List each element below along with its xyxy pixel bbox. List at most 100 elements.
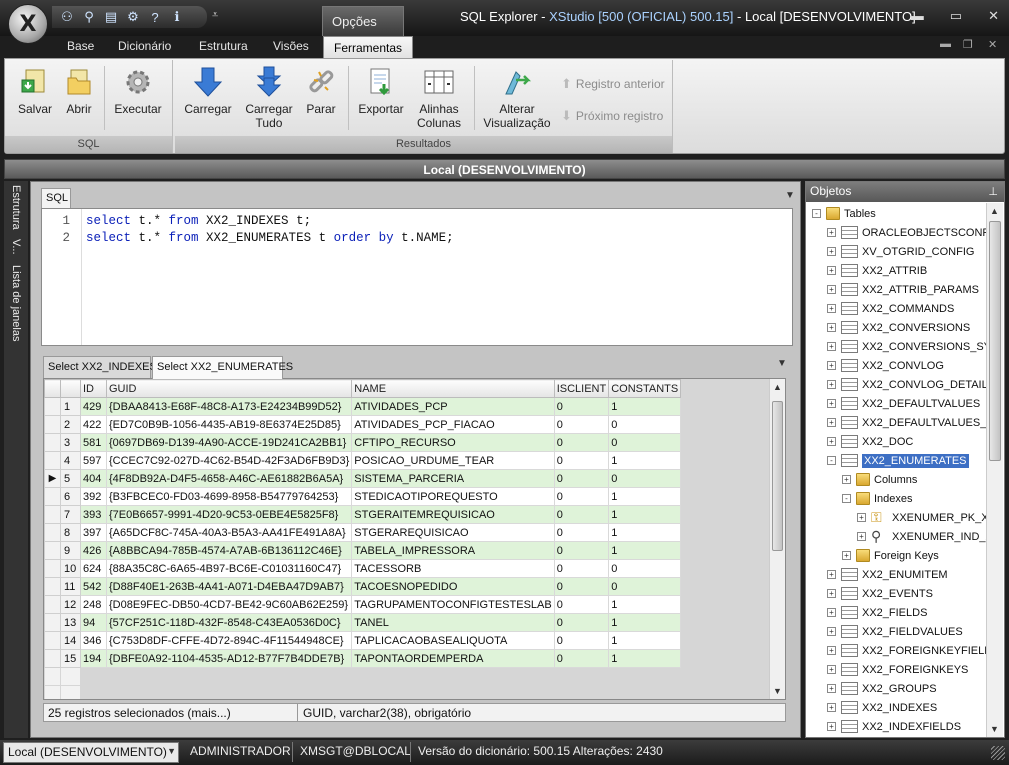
cell-isclient[interactable]: 0 — [553, 523, 610, 542]
tree-node[interactable]: + ⚿ XXENUMER_PK_XX2 — [857, 508, 986, 527]
tree-node[interactable]: + XX2_CONVERSIONS_SYS — [827, 337, 986, 356]
alinhas-colunas-button[interactable]: Alinhas Colunas — [413, 66, 465, 130]
cell-name[interactable]: TACOESNOPEDIDO — [351, 577, 555, 596]
cell-guid[interactable]: {DBFE0A92-1104-4535-AD12-B77F7B4DDE7B} — [105, 649, 353, 668]
column-header-id[interactable]: ID — [80, 379, 107, 398]
tab-select-xx2-indexes[interactable]: Select XX2_INDEXES — [43, 356, 157, 378]
cell-guid[interactable]: {ED7C0B9B-1056-4435-AB19-8E6374E25D85} — [105, 415, 353, 434]
scroll-down-icon[interactable]: ▼ — [770, 683, 785, 699]
cell-name[interactable]: STEDICAOTIPOREQUESTO — [351, 487, 555, 506]
cell-guid[interactable]: {D88F40E1-263B-4A41-A071-D4EBA47D9AB7} — [105, 577, 353, 596]
table-row[interactable]: 7 393 {7E0B6657-9991-4D20-9C53-0EBE4E5825F… — [44, 505, 682, 524]
cell-isclient[interactable]: 0 — [553, 469, 610, 488]
cell-id[interactable]: 429 — [80, 397, 107, 416]
salvar-button[interactable]: Salvar — [13, 66, 57, 116]
cell-constants[interactable]: 1 — [608, 595, 682, 614]
tree-node-label[interactable]: XX2_EVENTS — [862, 588, 933, 600]
tree-node-label[interactable]: XX2_CONVLOG_DETAIL — [862, 379, 986, 391]
cell-id[interactable]: 542 — [80, 577, 107, 596]
table-row[interactable]: ▶ 5 404 {4F8DB92A-D4F5-4658-A46C-AE61882B6A… — [44, 469, 682, 488]
cell-id[interactable]: 581 — [80, 433, 107, 452]
pin-icon[interactable]: ⊥ — [988, 185, 998, 198]
tree-node-label[interactable]: XX2_CONVERSIONS_SYS — [862, 341, 986, 353]
collapse-icon[interactable]: - — [812, 209, 821, 218]
tree-node-label[interactable]: Columns — [874, 474, 917, 486]
tree-node-label[interactable]: XX2_COMMANDS — [862, 303, 954, 315]
cell-isclient[interactable]: 0 — [553, 595, 610, 614]
tab-dicionario[interactable]: Dicionário — [118, 39, 171, 53]
cell-id[interactable]: 397 — [80, 523, 107, 542]
expand-icon[interactable]: + — [827, 437, 836, 446]
tree-scroll-down-icon[interactable]: ▼ — [987, 721, 1002, 737]
expand-icon[interactable]: + — [842, 475, 851, 484]
row-indicator[interactable] — [44, 595, 61, 614]
cell-guid[interactable]: {4F8DB92A-D4F5-4658-A46C-AE61882B6A5A} — [105, 469, 353, 488]
tree-node-label[interactable]: XX2_ENUMITEM — [862, 569, 948, 581]
expand-icon[interactable]: + — [827, 285, 836, 294]
mdi-restore-icon[interactable]: ❐ — [963, 38, 973, 51]
expand-icon[interactable]: + — [827, 304, 836, 313]
tree-node-label[interactable]: ORACLEOBJECTSCONFIG — [862, 227, 986, 239]
cell-name[interactable]: TAPLICACAOBASEALIQUOTA — [351, 631, 555, 650]
cell-id[interactable]: 624 — [80, 559, 107, 578]
cell-constants[interactable]: 1 — [608, 487, 682, 506]
cell-constants[interactable]: 1 — [608, 397, 682, 416]
cell-isclient[interactable]: 0 — [553, 559, 610, 578]
cell-constants[interactable]: 0 — [608, 415, 682, 434]
customize-toolbar-icon[interactable]: ⩡ — [212, 9, 218, 22]
connection-selector[interactable]: Local (DESENVOLVIMENTO) ▼ — [3, 742, 179, 763]
application-menu-button[interactable]: X — [8, 4, 48, 44]
cell-isclient[interactable]: 0 — [553, 631, 610, 650]
cell-name[interactable]: ATIVIDADES_PCP — [351, 397, 555, 416]
row-indicator[interactable] — [44, 541, 61, 560]
expand-icon[interactable]: + — [827, 342, 836, 351]
cell-id[interactable]: 94 — [80, 613, 107, 632]
tree-node[interactable]: + XX2_EVENTS — [827, 584, 933, 603]
tree-node[interactable]: + XV_OTGRID_CONFIG — [827, 242, 974, 261]
tree-node[interactable]: + XX2_FIELDVALUES — [827, 622, 963, 641]
tree-node-label[interactable]: Tables — [844, 208, 876, 220]
row-indicator[interactable] — [44, 487, 61, 506]
cell-guid[interactable]: {57CF251C-118D-432F-8548-C43EA0536D0C} — [105, 613, 353, 632]
cell-guid[interactable]: {C753D8DF-CFFE-4D72-894C-4F11544948CE} — [105, 631, 353, 650]
maximize-icon[interactable]: ▭ — [950, 8, 962, 24]
cell-isclient[interactable]: 0 — [553, 415, 610, 434]
cell-isclient[interactable]: 0 — [553, 433, 610, 452]
cell-name[interactable]: TABELA_IMPRESSORA — [351, 541, 555, 560]
cell-isclient[interactable]: 0 — [553, 505, 610, 524]
tree-node[interactable]: + XX2_FOREIGNKEYFIELDS — [827, 641, 986, 660]
cell-guid[interactable]: {0697DB69-D139-4A90-ACCE-19D241CA2BB1} — [105, 433, 353, 452]
table-row[interactable]: 8 397 {A65DCF8C-745A-40A3-B5A3-AA41FE491A8… — [44, 523, 682, 542]
column-header-guid[interactable]: GUID — [105, 379, 353, 398]
expand-icon[interactable]: + — [827, 323, 836, 332]
gear-icon[interactable]: ⚙ — [124, 9, 142, 25]
tree-node-label[interactable]: XV_OTGRID_CONFIG — [862, 246, 974, 258]
side-tab-estrutura[interactable]: Estrutura — [10, 185, 22, 230]
cell-isclient[interactable]: 0 — [553, 577, 610, 596]
row-indicator[interactable] — [44, 613, 61, 632]
records-selected-link[interactable]: 25 registros selecionados (mais...) — [48, 706, 231, 720]
table-row[interactable]: 3 581 {0697DB69-D139-4A90-ACCE-19D241CA2BB… — [44, 433, 682, 452]
side-tab-v[interactable]: V... — [10, 239, 22, 255]
sql-editor-tab[interactable]: SQL — [41, 188, 71, 208]
tree-node-label[interactable]: XX2_DEFAULTVALUES_TA — [862, 417, 986, 429]
expand-icon[interactable]: + — [827, 722, 836, 731]
tree-node[interactable]: - Indexes — [842, 489, 913, 508]
tree-node-label[interactable]: XX2_FIELDVALUES — [862, 626, 963, 638]
expand-icon[interactable]: + — [827, 589, 836, 598]
cell-constants[interactable]: 1 — [608, 451, 682, 470]
tab-base[interactable]: Base — [67, 39, 94, 53]
carregar-tudo-button[interactable]: Carregar Tudo — [241, 66, 297, 130]
cell-name[interactable]: TAGRUPAMENTOCONFIGTESTESLAB — [351, 595, 555, 614]
cell-constants[interactable]: 1 — [608, 631, 682, 650]
cell-id[interactable]: 346 — [80, 631, 107, 650]
tree-vertical-scrollbar[interactable]: ▲ ▼ — [986, 203, 1003, 737]
side-tab-lista-janelas[interactable]: Lista de janelas — [10, 265, 22, 341]
scroll-up-icon[interactable]: ▲ — [770, 379, 785, 395]
cell-constants[interactable]: 1 — [608, 541, 682, 560]
scroll-thumb[interactable] — [772, 401, 783, 551]
registro-anterior-button[interactable]: ⬆ Registro anterior — [561, 76, 665, 92]
users-icon[interactable]: ⚇ — [58, 9, 76, 25]
proximo-registro-button[interactable]: ⬇ Próximo registro — [561, 108, 663, 124]
row-indicator[interactable] — [44, 505, 61, 524]
